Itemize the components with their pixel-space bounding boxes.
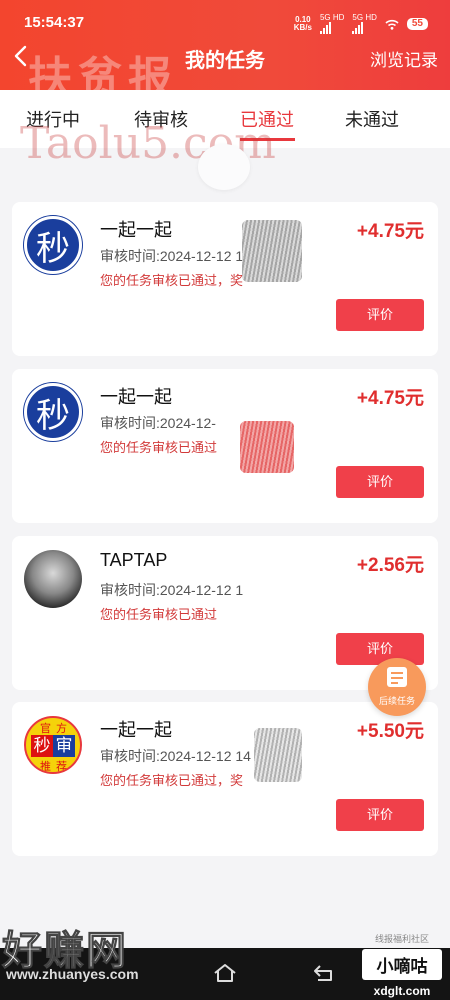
task-reward: +4.75元 [356,221,424,242]
redaction-scribble [240,421,294,473]
rate-button[interactable]: 评价 [336,299,424,331]
task-status: 您的任务审核已通过 [100,440,218,455]
task-card[interactable]: 官 方 秒 审 推 荐 一起一起 审核时间:2024-12-12 14 您的任务… [12,702,438,856]
wifi-icon [385,19,399,30]
watermark-bottom: 好赚网 www.zhuanyes.com [0,918,200,1000]
review-time: 审核时间:2024-12- [100,415,216,431]
home-icon[interactable] [212,962,238,984]
follow-up-tasks-label: 后续任务 [378,696,415,706]
app-header: 15:54:37 0.10 KB/s 5G HD 5G HD 55 扶贫报 我的任… [0,0,450,104]
signal-icon: 5G HD [319,13,345,34]
status-bar: 15:54:37 0.10 KB/s 5G HD 5G HD 55 [0,0,450,42]
task-reward: +5.50元 [356,721,424,742]
task-avatar: 秒 [24,216,82,274]
task-reward: +4.75元 [356,388,424,409]
watermark-right-url: xdglt.com [373,984,431,998]
official-audit-avatar: 官 方 秒 审 推 荐 [24,716,82,774]
watermark-right: 线报福利社区 小嘀咕 xdglt.com [362,932,442,998]
sim1-label: 5G HD [319,13,345,22]
task-status: 您的任务审核已通过，奖 [100,273,244,288]
task-card[interactable]: 秒 一起一起 审核时间:2024-12-12 1 您的任务审核已通过，奖 +4.… [12,202,438,356]
net-speed: 0.10 KB/s [293,15,312,32]
status-icons: 0.10 KB/s 5G HD 5G HD 55 [294,14,428,34]
pull-refresh-indicator [198,144,250,190]
clock: 15:54:37 [24,14,85,31]
task-name: 一起一起 [100,387,172,407]
clipboard-icon [387,667,407,687]
task-status: 您的任务审核已通过，奖 [100,773,244,788]
user-avatar-photo [24,550,82,608]
rate-button[interactable]: 评价 [336,633,424,665]
task-card[interactable]: TAPTAP 审核时间:2024-12-12 1 您的任务审核已通过 +2.56… [12,536,438,690]
rate-button[interactable]: 评价 [336,466,424,498]
browse-history-link[interactable]: 浏览记录 [370,46,438,71]
review-time: 审核时间:2024-12-12 1 [100,248,244,264]
watermark-right-box: 小嘀咕 [362,949,442,980]
review-time: 审核时间:2024-12-12 14 [100,748,251,764]
sim2-label: 5G HD [352,13,377,22]
watermark-right-small: 线报福利社区 [374,934,429,944]
task-name: 一起一起 [100,220,172,240]
redaction-scribble [254,728,302,782]
watermark-url: www.zhuanyes.com [6,966,139,982]
follow-up-tasks-button[interactable]: 后续任务 [368,658,426,716]
battery-icon: 55 [406,18,428,30]
tab-rejected[interactable]: 未通过 [345,106,399,132]
task-reward: +2.56元 [356,555,424,576]
rate-button[interactable]: 评价 [336,799,424,831]
task-card[interactable]: 秒 一起一起 审核时间:2024-12- 您的任务审核已通过 +4.75元 评价 [12,369,438,523]
task-name: 一起一起 [100,720,172,740]
task-avatar: 秒 [24,383,82,441]
review-time: 审核时间:2024-12-12 1 [100,582,244,598]
signal-2-icon: 5G HD [352,13,377,34]
task-name: TAPTAP [100,550,168,570]
redaction-scribble [242,220,302,282]
task-status: 您的任务审核已通过 [100,607,218,622]
back-nav-icon[interactable] [312,962,336,984]
